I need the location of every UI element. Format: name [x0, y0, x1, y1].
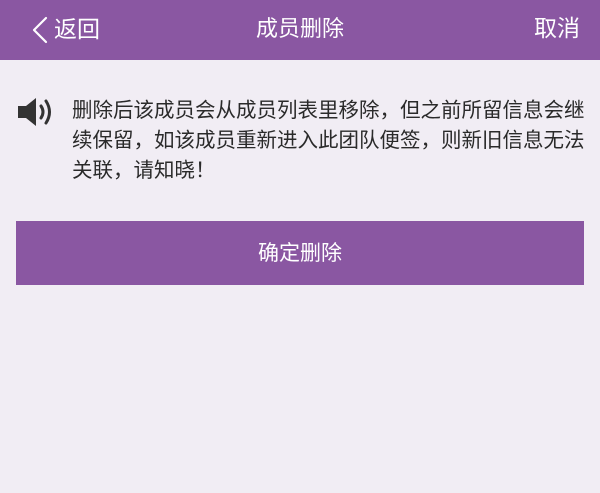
confirm-delete-button[interactable]: 确定删除: [16, 221, 584, 285]
chevron-left-icon: [32, 16, 48, 44]
back-button[interactable]: 返回: [30, 0, 100, 60]
notice-text: 删除后该成员会从成员列表里移除，但之前所留信息会继续保留，如该成员重新进入此团队…: [72, 98, 585, 182]
notice-section: 删除后该成员会从成员列表里移除，但之前所留信息会继续保留，如该成员重新进入此团队…: [16, 95, 586, 185]
header-bar: 返回 成员删除 取消: [0, 0, 600, 60]
cancel-button[interactable]: 取消: [534, 0, 580, 60]
back-label: 返回: [54, 17, 100, 43]
speaker-icon: [18, 98, 51, 126]
